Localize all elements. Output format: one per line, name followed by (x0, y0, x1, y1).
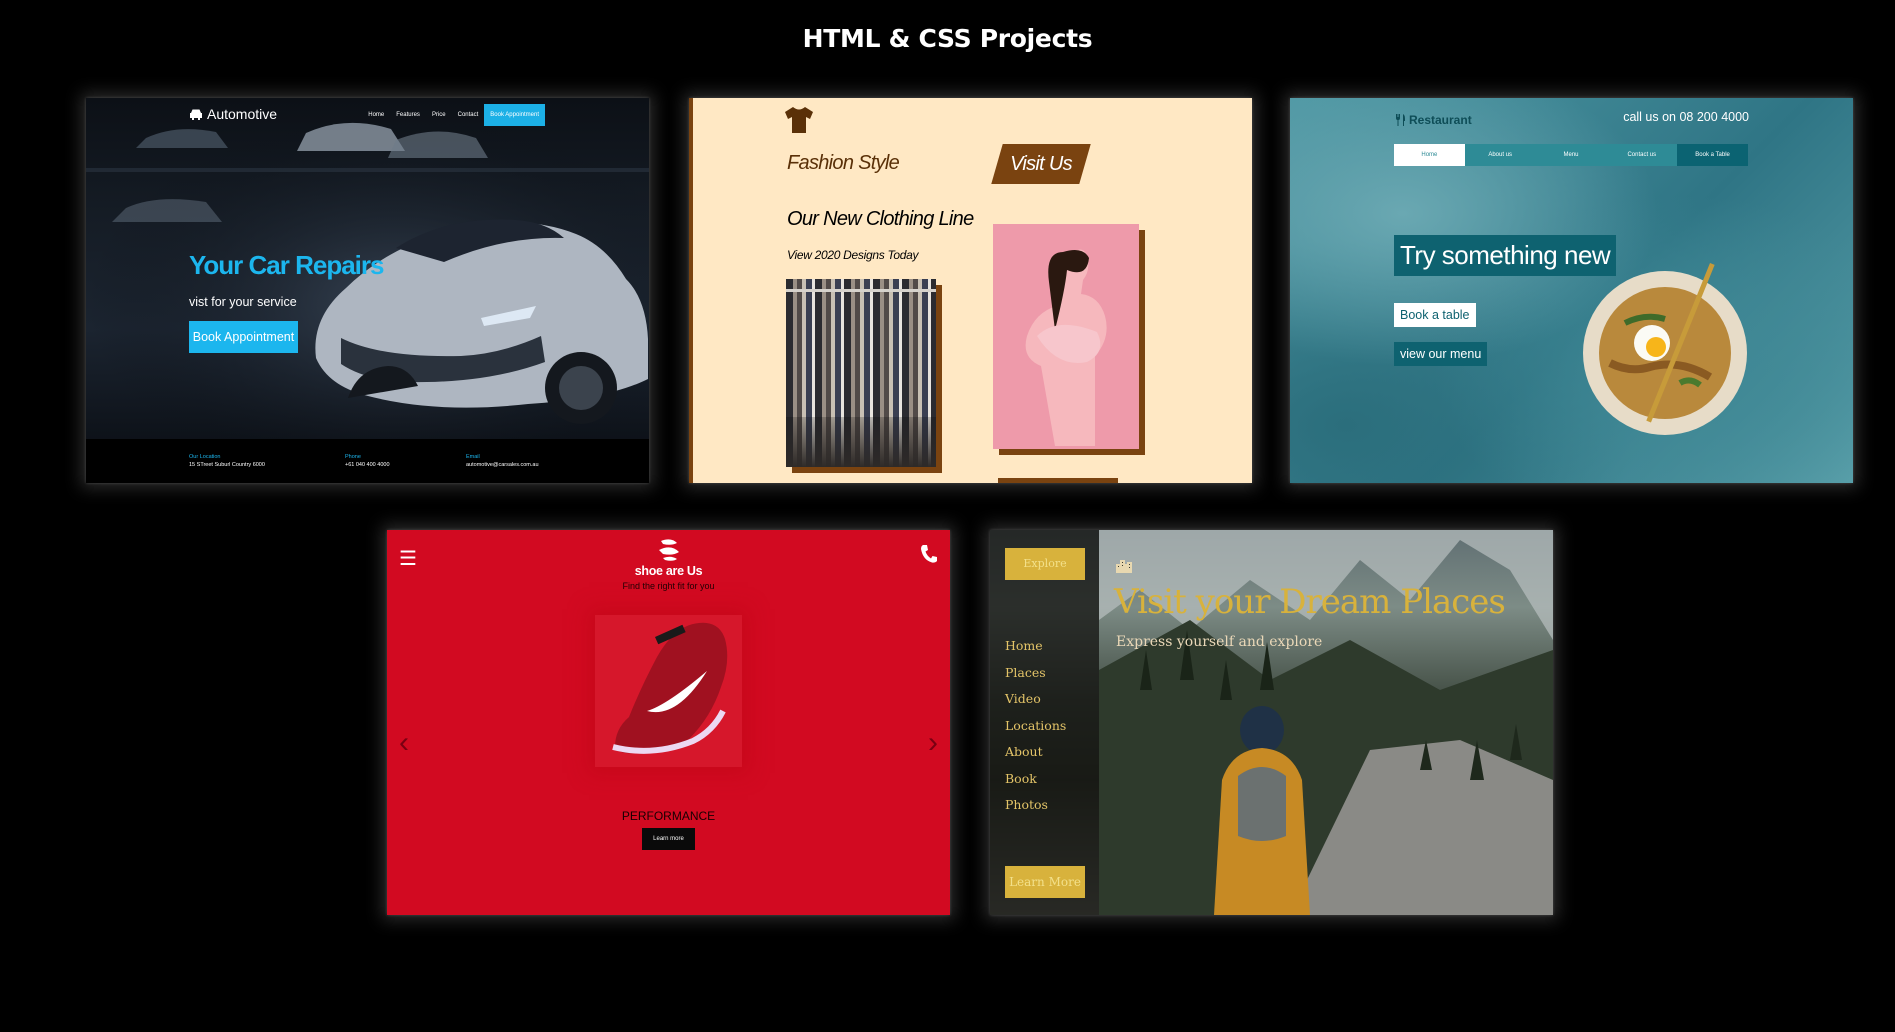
footer-location-heading: Our Location (189, 454, 221, 460)
automotive-nav: Home Features Price Contact Book Appoint… (362, 104, 545, 126)
restaurant-logo[interactable]: Restaurant (1395, 113, 1472, 127)
shoe-logo-icon (659, 539, 679, 561)
learn-more-button[interactable]: Learn more (642, 828, 695, 850)
footer-email: Email automotive@carsales.com.au (466, 453, 539, 469)
menu-item-home[interactable]: Home (1005, 633, 1066, 660)
project-card-shoes[interactable]: ☰ shoe are Us Find the right fit for you… (387, 530, 950, 915)
automotive-subheadline: vist for your service (189, 295, 297, 309)
project-card-travel[interactable]: Explore Home Places Video Locations Abou… (990, 530, 1553, 915)
explore-button[interactable]: Explore (1005, 548, 1085, 580)
nav-item-home[interactable]: Home (1394, 144, 1465, 166)
footer-phone-heading: Phone (345, 454, 361, 460)
clothing-rack-image (786, 279, 936, 467)
automotive-headline: Your Car Repairs (189, 250, 384, 280)
footer-location: Our Location 15 STreet Suburl Country 60… (189, 453, 265, 469)
phone-icon[interactable] (920, 544, 938, 564)
menu-item-locations[interactable]: Locations (1005, 713, 1066, 740)
view-menu-button[interactable]: view our menu (1394, 342, 1488, 366)
visit-us-button[interactable]: Visit Us (991, 144, 1091, 184)
menu-item-book[interactable]: Book (1005, 766, 1066, 793)
carousel-prev-icon[interactable]: ‹ (399, 726, 409, 760)
nav-item-price[interactable]: Price (426, 112, 452, 118)
automotive-footer: Our Location 15 STreet Suburl Country 60… (86, 439, 649, 483)
model-image (993, 224, 1139, 449)
car-icon (190, 109, 202, 120)
book-table-button[interactable]: Book a table (1394, 303, 1476, 327)
sneaker-image (595, 615, 742, 767)
travel-subheadline: Express yourself and explore (1116, 634, 1323, 650)
nav-item-menu[interactable]: Menu (1536, 144, 1607, 166)
nav-item-book-table[interactable]: Book a Table (1677, 144, 1748, 166)
city-icon (1116, 560, 1132, 573)
footer-email-value: automotive@carsales.com.au (466, 462, 539, 468)
utensils-icon (1396, 114, 1405, 126)
restaurant-headline: Try something new (1394, 235, 1617, 276)
footer-email-heading: Email (466, 454, 480, 460)
product-label: PERFORMANCE (621, 809, 716, 823)
menu-item-photos[interactable]: Photos (1005, 792, 1066, 819)
automotive-logo-text: Automotive (207, 106, 278, 122)
menu-item-places[interactable]: Places (1005, 660, 1066, 687)
footer-phone-value: +61 040 400 4000 (345, 462, 390, 468)
fashion-heading: Our New Clothing Line (787, 208, 974, 230)
carousel-next-icon[interactable]: › (928, 726, 938, 760)
nav-book-appointment-button[interactable]: Book Appointment (484, 104, 545, 126)
fashion-brand: Fashion Style (787, 152, 900, 174)
learn-more-button[interactable]: Learn More (1005, 866, 1085, 898)
fashion-next-block (998, 478, 1118, 483)
project-card-automotive[interactable]: Automotive Home Features Price Contact B… (86, 98, 649, 483)
nav-item-home[interactable]: Home (362, 112, 390, 118)
nav-item-about[interactable]: About us (1465, 144, 1536, 166)
project-card-restaurant[interactable]: Restaurant call us on 08 200 4000 Home A… (1290, 98, 1853, 483)
visit-us-label: Visit Us (1010, 153, 1072, 175)
project-card-fashion[interactable]: Fashion Style Visit Us Our New Clothing … (689, 98, 1252, 483)
restaurant-logo-text: Restaurant (1409, 113, 1472, 127)
nav-item-features[interactable]: Features (390, 112, 426, 118)
shoe-tagline: Find the right fit for you (622, 581, 715, 591)
menu-item-video[interactable]: Video (1005, 686, 1066, 713)
restaurant-phone: call us on 08 200 4000 (1623, 110, 1749, 124)
book-appointment-button[interactable]: Book Appointment (189, 321, 298, 353)
menu-item-about[interactable]: About (1005, 739, 1066, 766)
travel-headline: Visit your Dream Places (1114, 582, 1506, 622)
travel-menu: Home Places Video Locations About Book P… (1005, 633, 1066, 819)
tshirt-icon (785, 107, 813, 133)
page-title: HTML & CSS Projects (802, 24, 1093, 53)
nav-item-contact[interactable]: Contact (452, 112, 485, 118)
footer-location-value: 15 STreet Suburl Country 6000 (189, 462, 265, 468)
footer-phone: Phone +61 040 400 4000 (345, 453, 390, 469)
fashion-subheading: View 2020 Designs Today (787, 248, 919, 262)
automotive-logo[interactable]: Automotive (189, 106, 277, 122)
nav-item-contact[interactable]: Contact us (1606, 144, 1677, 166)
shoe-brand: shoe are Us (634, 564, 703, 578)
food-bowl-image (1583, 263, 1747, 435)
restaurant-nav: Home About us Menu Contact us Book a Tab… (1394, 144, 1748, 166)
